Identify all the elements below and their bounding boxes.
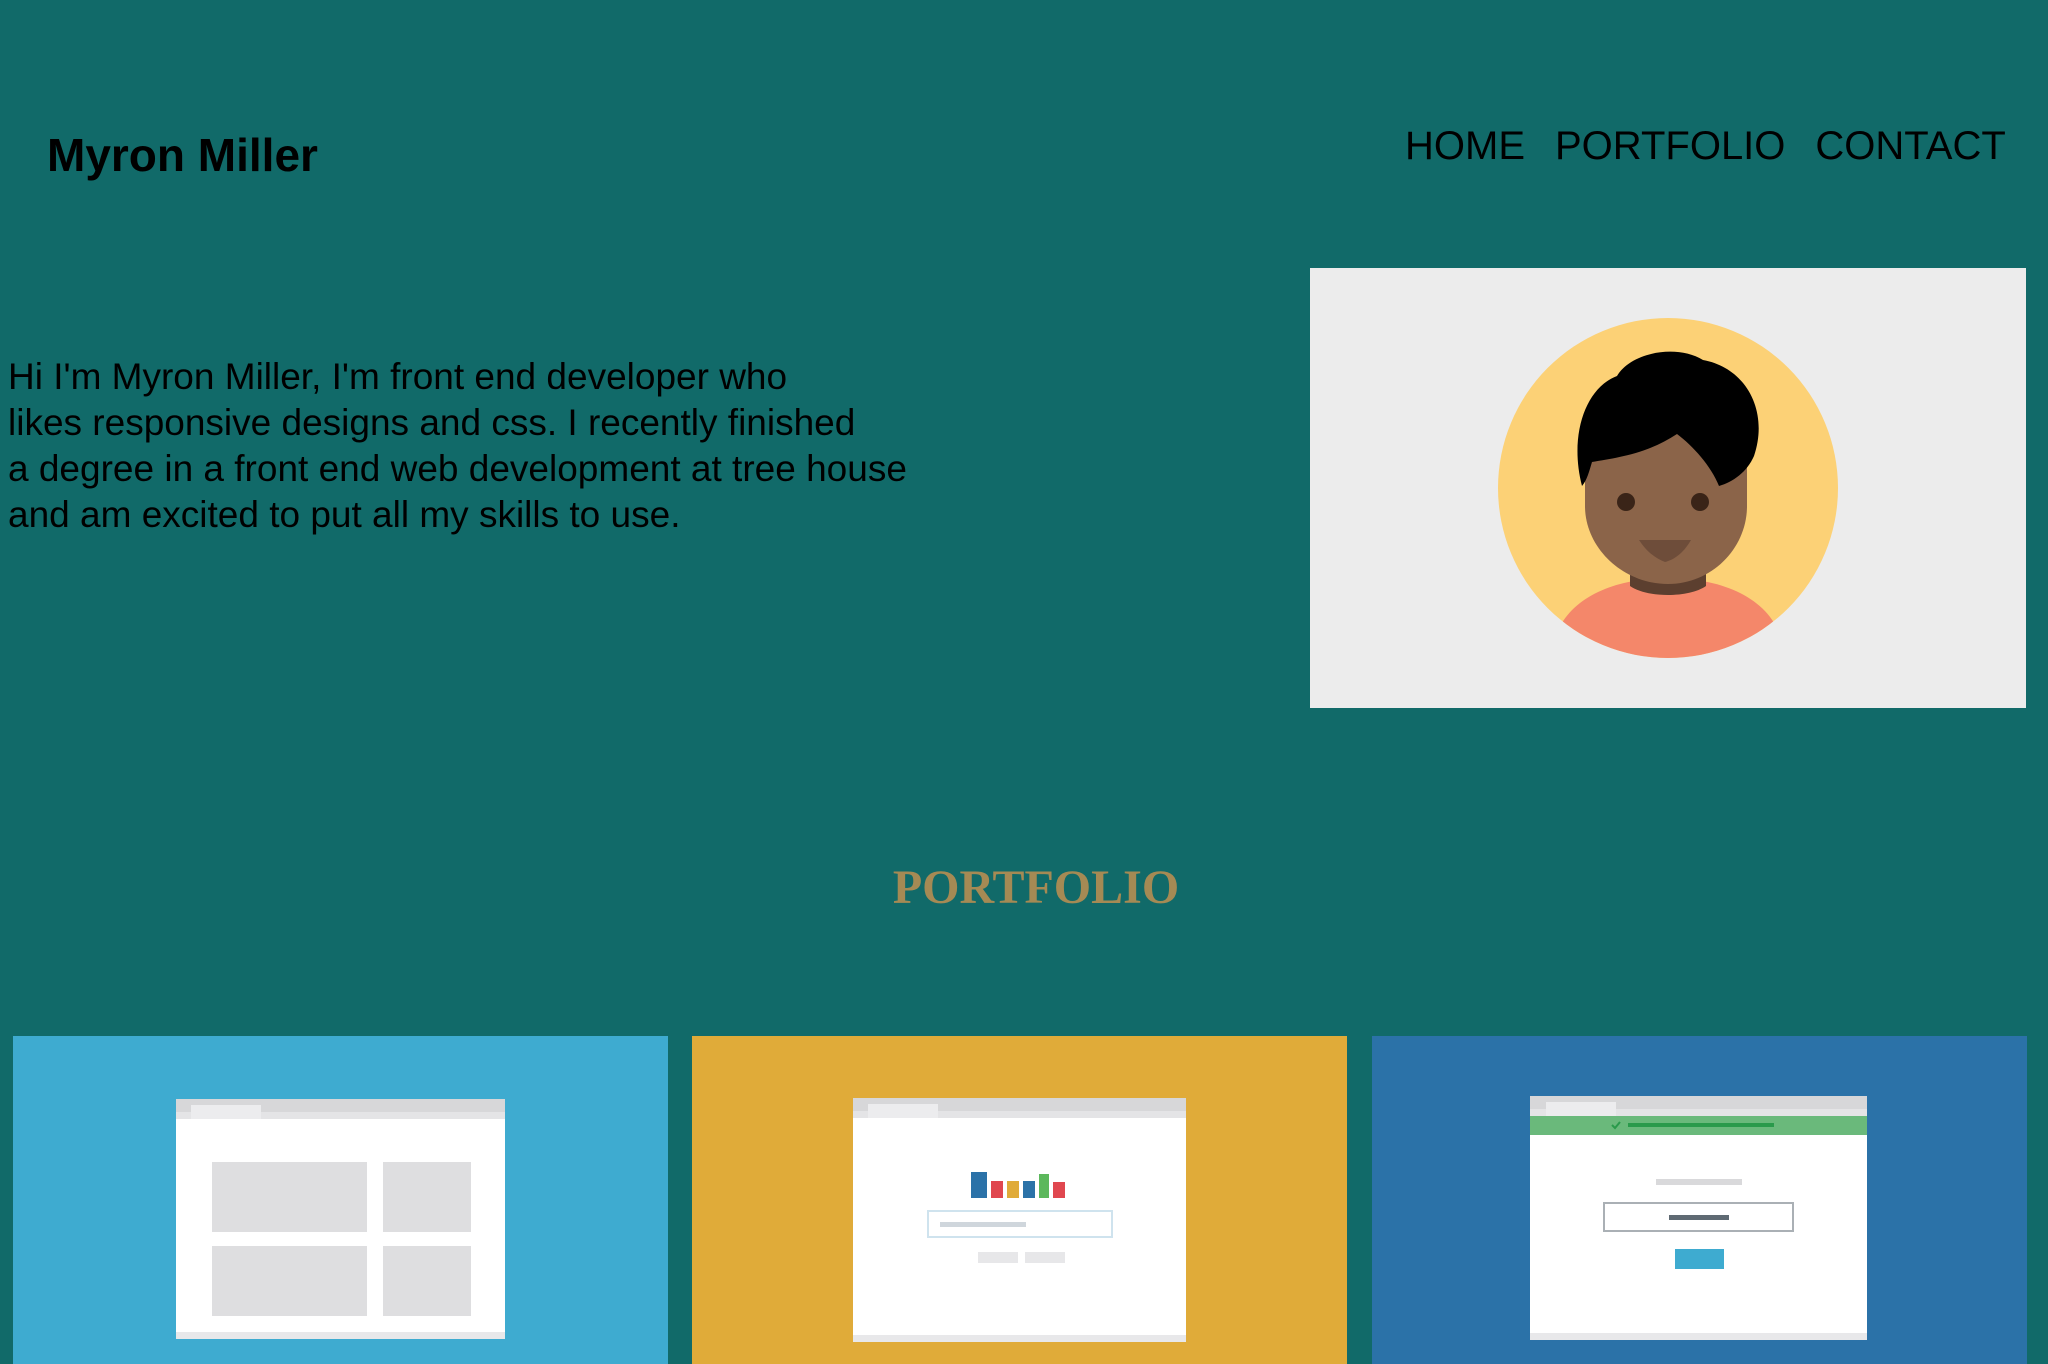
bio-line: and am excited to put all my skills to u… [8, 494, 681, 535]
bio-line: a degree in a front end web development … [8, 448, 907, 489]
signup-form-wireframe-icon [692, 1036, 1347, 1364]
main-nav: HOME PORTFOLIO CONTACT [1405, 120, 2006, 172]
portfolio-heading: PORTFOLIO [892, 861, 1180, 914]
bio-line: Hi I'm Myron Miller, I'm front end devel… [8, 356, 788, 397]
portfolio-tile-layout[interactable] [13, 1036, 668, 1364]
site-name: Myron Miller [47, 129, 318, 181]
nav-contact-link[interactable]: CONTACT [1815, 120, 2005, 172]
nav-portfolio-link[interactable]: PORTFOLIO [1555, 120, 1785, 172]
login-success-wireframe-icon [1372, 1036, 2027, 1364]
bio-line: likes responsive designs and css. I rece… [8, 402, 856, 443]
person-avatar-icon [1498, 318, 1838, 658]
portfolio-tile-signup[interactable] [692, 1036, 1347, 1364]
layout-grid-wireframe-icon [13, 1036, 668, 1364]
avatar-panel [1310, 268, 2026, 708]
nav-home-link[interactable]: HOME [1405, 120, 1525, 172]
portfolio-tile-login[interactable] [1372, 1036, 2027, 1364]
bio-text: Hi I'm Myron Miller, I'm front end devel… [8, 354, 1008, 538]
